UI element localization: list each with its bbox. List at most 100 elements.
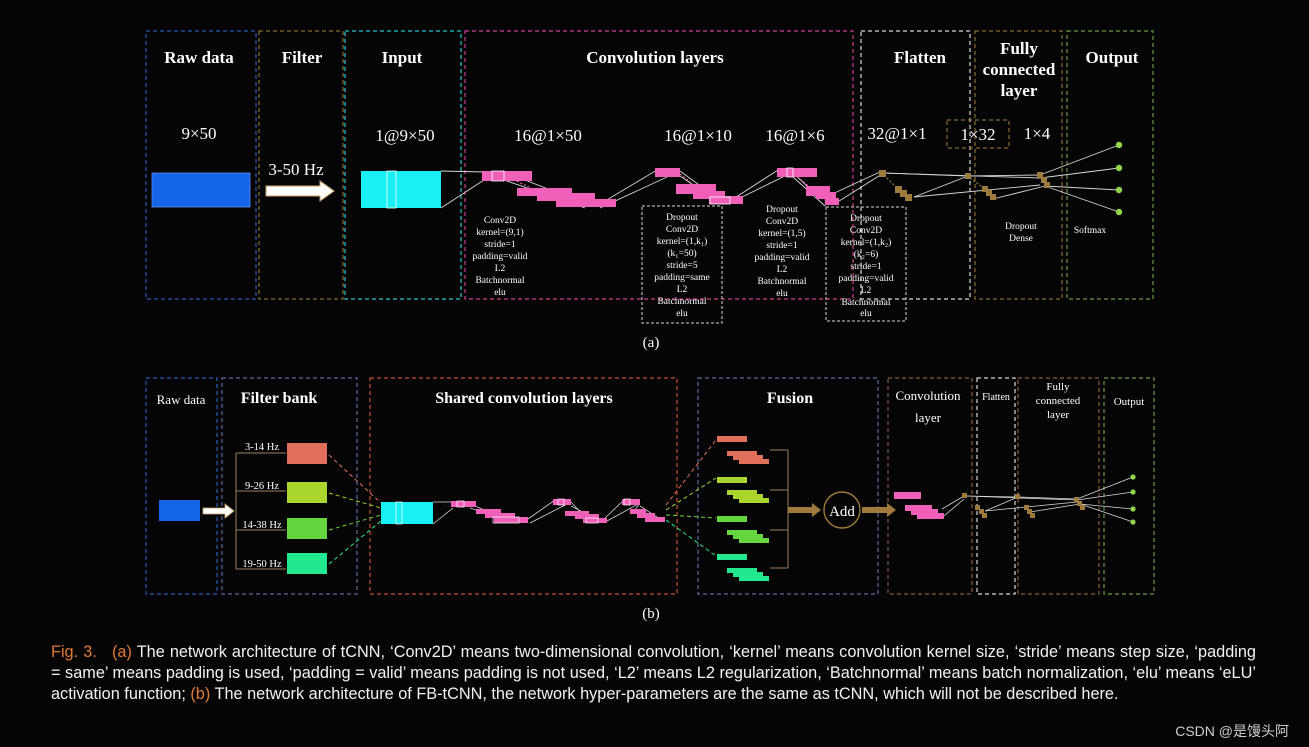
box-b-output — [1103, 377, 1155, 595]
header-fc-line3: layer — [1001, 81, 1038, 100]
conv1-maps — [482, 170, 616, 207]
b-band-4-block — [287, 553, 327, 574]
note-conv4-1: Dropout — [850, 214, 882, 224]
note-conv3-3: kernel=(1,5) — [758, 228, 805, 239]
watermark: CSDN @是馒头阿 — [1175, 723, 1289, 739]
b-input-block — [381, 502, 433, 524]
b-fusion-stack-1 — [717, 436, 769, 464]
output-nodes — [1115, 141, 1123, 216]
b-fusion-stack-3 — [717, 516, 769, 543]
box-b-flatten — [976, 377, 1016, 595]
note-conv4-8: Batchnormal — [841, 298, 890, 308]
b-band-2-label: 9-26 Hz — [245, 481, 279, 492]
input-block — [361, 171, 441, 208]
architecture-figure: Raw data Filter Input Convolution layers… — [145, 30, 1155, 622]
b-band-1-label: 3-14 Hz — [245, 442, 279, 453]
figure-caption: Fig. 3. (a) The network architecture of … — [51, 642, 1256, 705]
header-fc-line2: connected — [983, 60, 1056, 79]
b-fusion-stack-4 — [717, 554, 769, 581]
b-band-3-block — [287, 518, 327, 539]
connector-lines — [440, 144, 1120, 213]
note-conv1-5: L2 — [495, 264, 506, 274]
note-conv1-4: padding=valid — [473, 252, 528, 262]
panel-a-label: (a) — [643, 335, 660, 351]
note-conv4-4: (k₂=6) — [854, 249, 879, 260]
filter-arrow — [265, 180, 335, 202]
note-conv2-8: Batchnormal — [657, 297, 706, 307]
note-dense-2: Dense — [1009, 234, 1033, 244]
b-band-1-block — [287, 443, 327, 464]
note-conv1-3: stride=1 — [484, 240, 515, 250]
b-header-flatten: Flatten — [982, 392, 1010, 403]
note-conv1-6: Batchnormal — [475, 276, 524, 286]
note-conv2-7: L2 — [677, 285, 688, 295]
b-from-add-arrow — [862, 503, 896, 517]
b-header-output: Output — [1114, 396, 1145, 408]
note-conv2-5: stride=5 — [666, 261, 697, 271]
note-conv2-4: (k₁=50) — [667, 248, 696, 259]
box-output — [1066, 30, 1154, 300]
b-fusion-stack-2 — [717, 477, 769, 503]
filter-label: 3-50 Hz — [268, 160, 324, 179]
panel-b-label: (b) — [642, 606, 660, 622]
note-conv3-5: padding=valid — [755, 253, 810, 263]
note-conv1-2: kernel=(9,1) — [476, 227, 523, 238]
dim-input: 1@9×50 — [375, 126, 434, 145]
b-band-3-label: 14-38 Hz — [242, 520, 282, 531]
b-fusion-fanout — [665, 439, 717, 557]
b-band-connectors — [328, 454, 382, 565]
header-raw-data: Raw data — [164, 48, 234, 67]
note-conv4-6: padding=valid — [839, 274, 894, 284]
box-raw-data — [145, 30, 257, 300]
b-header-fc-line1: Fully — [1046, 381, 1070, 393]
note-conv4-7: L2 — [861, 286, 872, 296]
note-conv2-9: elu — [676, 309, 688, 319]
b-conv-maps — [894, 492, 944, 519]
note-conv3-1: Dropout — [766, 205, 798, 215]
b-header-conv-line1: Convolution — [895, 388, 961, 403]
caption-b-tag: (b) — [190, 685, 211, 703]
note-conv1-1: Conv2D — [484, 216, 516, 226]
dim-conv3: 16@1×6 — [765, 126, 824, 145]
note-conv3-2: Conv2D — [766, 217, 798, 227]
header-input: Input — [382, 48, 423, 67]
b-header-raw-data: Raw data — [157, 392, 206, 407]
conv3-maps — [777, 167, 839, 205]
b-to-add-arrow — [788, 503, 821, 517]
dim-conv4: 32@1×1 — [867, 124, 926, 143]
b-header-fc-line2: connected — [1036, 395, 1081, 407]
box-input — [344, 30, 462, 300]
note-dense-1: Dropout — [1005, 222, 1037, 232]
dim-output: 1×4 — [1024, 124, 1051, 143]
b-header-conv-line2: layer — [915, 410, 942, 425]
note-conv2-3: kernel=(1,k₁) — [657, 236, 708, 247]
note-conv3-8: elu — [776, 289, 788, 299]
b-header-fusion: Fusion — [767, 390, 813, 407]
panel-b: Raw data Filter bank Shared convolution … — [145, 377, 1155, 622]
b-raw-data-block — [159, 500, 200, 521]
note-conv4-2: Conv2D — [850, 226, 882, 236]
conv2-maps — [655, 168, 743, 205]
panel-a: Raw data Filter Input Convolution layers… — [145, 30, 1154, 351]
note-conv2-6: padding=same — [654, 273, 709, 283]
note-conv4-3: kernel=(1,k₂) — [841, 237, 892, 248]
dim-flatten: 1×32 — [960, 125, 995, 144]
dim-raw: 9×50 — [181, 124, 216, 143]
note-conv3-4: stride=1 — [766, 241, 797, 251]
b-band-4-label: 19-50 Hz — [242, 559, 282, 570]
note-conv2-1: Dropout — [666, 213, 698, 223]
flatten-units — [879, 170, 912, 201]
raw-data-block — [151, 172, 251, 208]
note-conv3-7: Batchnormal — [757, 277, 806, 287]
header-output: Output — [1086, 48, 1139, 67]
b-raw-arrow — [202, 503, 235, 519]
header-flatten: Flatten — [894, 48, 946, 67]
b-add-label: Add — [829, 504, 855, 520]
caption-b-text: The network architecture of FB-tCNN, the… — [214, 685, 1119, 703]
b-header-filter-bank: Filter bank — [241, 390, 318, 407]
caption-fig-number: Fig. 3. — [51, 643, 97, 661]
b-output-nodes — [1130, 474, 1136, 525]
box-b-shared-conv — [369, 377, 678, 595]
caption-a-tag: (a) — [112, 643, 132, 661]
note-conv1-7: elu — [494, 288, 506, 298]
